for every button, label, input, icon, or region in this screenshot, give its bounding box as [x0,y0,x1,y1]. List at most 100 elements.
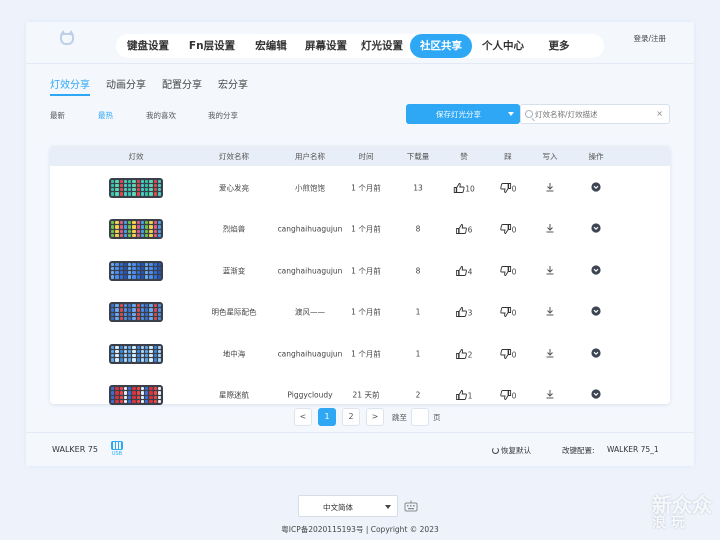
subtab-0[interactable]: 灯效分享 [50,78,90,96]
expand-action-icon[interactable] [591,181,601,194]
key [119,179,123,183]
key [149,179,153,183]
search-input[interactable] [535,107,655,121]
key [153,266,157,270]
key [145,349,149,353]
nav-item-0[interactable]: 键盘设置 [116,34,180,58]
dislike-count: 0 [511,184,517,193]
dislike-button[interactable]: 0 [500,224,516,235]
download-icon[interactable] [546,182,555,194]
filter-hot[interactable]: 最热 [98,110,113,121]
login-link[interactable]: 登录/注册 [633,33,666,44]
chevron-down-icon[interactable] [508,112,514,116]
effect-name: 烈焰兽 [222,224,246,234]
prev-page-button[interactable]: < [294,408,312,426]
nav-item-4[interactable]: 灯光设置 [354,34,410,58]
filter-my-shares[interactable]: 我的分享 [208,110,238,121]
dislike-button[interactable]: 0 [500,265,516,276]
nav-item-6[interactable]: 个人中心 [472,34,534,58]
key [123,229,127,233]
filter-latest[interactable]: 最新 [50,110,65,121]
keymap-config-select[interactable]: WALKER 75_1 [607,445,659,454]
table-row[interactable]: 蓝渐变 canghaihuagujun 1 个月前 8 4 0 [50,250,670,291]
like-button[interactable]: 1 [456,390,472,401]
next-page-button[interactable]: > [366,408,384,426]
key [111,262,115,266]
key [136,225,140,229]
key [153,358,157,362]
nav-item-3[interactable]: 屏幕设置 [298,34,354,58]
thumbs-down-icon [500,265,512,276]
reset-default-button[interactable]: 恢复默认 [492,445,531,456]
key [149,229,153,233]
light-effect-thumbnail[interactable] [109,260,163,281]
key [115,399,119,403]
like-button[interactable]: 2 [456,348,472,359]
table-row[interactable]: 爱心发亮 小煎饱饱 1 个月前 13 10 0 [50,167,670,208]
brand-logo[interactable] [54,30,80,53]
time: 1 个月前 [351,266,381,275]
dislike-button[interactable]: 0 [500,390,516,401]
download-icon[interactable] [546,306,555,318]
keyboard-icon[interactable] [404,499,418,513]
subtab-1[interactable]: 动画分享 [106,78,146,96]
jump-page-input[interactable] [411,408,429,426]
nav-item-7[interactable]: 更多 [534,34,584,58]
key [123,275,127,279]
expand-action-icon[interactable] [591,389,601,401]
key [132,266,136,270]
dislike-button[interactable]: 0 [500,307,516,318]
like-button[interactable]: 6 [456,224,472,235]
download-icon[interactable] [546,389,555,401]
like-button[interactable]: 4 [456,265,472,276]
download-icon[interactable] [546,348,555,360]
download-icon[interactable] [546,223,555,235]
page-2-button[interactable]: 2 [342,408,360,426]
subtab-3[interactable]: 宏分享 [218,78,248,96]
dislike-button[interactable]: 0 [500,182,517,193]
expand-action-icon[interactable] [591,306,601,318]
nav-item-5[interactable]: 社区共享 [410,34,472,58]
key [119,275,123,279]
save-light-share-button[interactable]: 保存灯光分享 [406,104,520,124]
light-effect-thumbnail[interactable] [109,343,163,364]
key [111,308,115,312]
light-effect-thumbnail[interactable] [109,219,163,239]
dislike-button[interactable]: 0 [500,348,516,359]
download-icon[interactable] [546,265,555,277]
effect-name: 蓝渐变 [222,266,246,275]
light-effect-thumbnail[interactable] [109,177,163,198]
clear-icon[interactable]: × [656,109,663,118]
table-row[interactable]: 地中海 canghaihuagujun 1 个月前 1 2 0 [50,333,670,374]
nav-item-1[interactable]: Fn层设置 [180,34,244,58]
key [157,183,161,187]
like-button[interactable]: 10 [453,182,475,193]
page-1-button[interactable]: 1 [318,408,336,426]
like-button[interactable]: 3 [456,307,472,318]
usb-connection[interactable]: USB [110,441,124,461]
key [132,354,136,358]
key [119,349,123,353]
key [149,271,153,275]
key [145,183,149,187]
filter-my-likes[interactable]: 我的喜欢 [146,110,176,121]
key [111,395,115,399]
table-row[interactable]: 明色星际配色 渡风—— 1 个月前 1 3 0 [50,292,670,333]
key [149,316,153,320]
light-effect-thumbnail[interactable] [109,302,163,322]
nav-item-2[interactable]: 宏编辑 [244,34,298,58]
expand-action-icon[interactable] [591,347,601,360]
key [132,358,136,362]
table-row[interactable]: 烈焰兽 canghaihuagujun 1 个月前 8 6 0 [50,209,670,250]
expand-action-icon[interactable] [591,264,601,277]
key [140,395,144,399]
expand-action-icon[interactable] [591,223,601,235]
key [145,192,149,196]
key [149,275,153,279]
key [136,271,140,275]
subtab-2[interactable]: 配置分享 [162,78,202,96]
language-select[interactable]: 中文简体 [298,495,398,517]
key [157,354,161,358]
light-effect-thumbnail[interactable] [109,385,163,405]
key [111,316,115,320]
